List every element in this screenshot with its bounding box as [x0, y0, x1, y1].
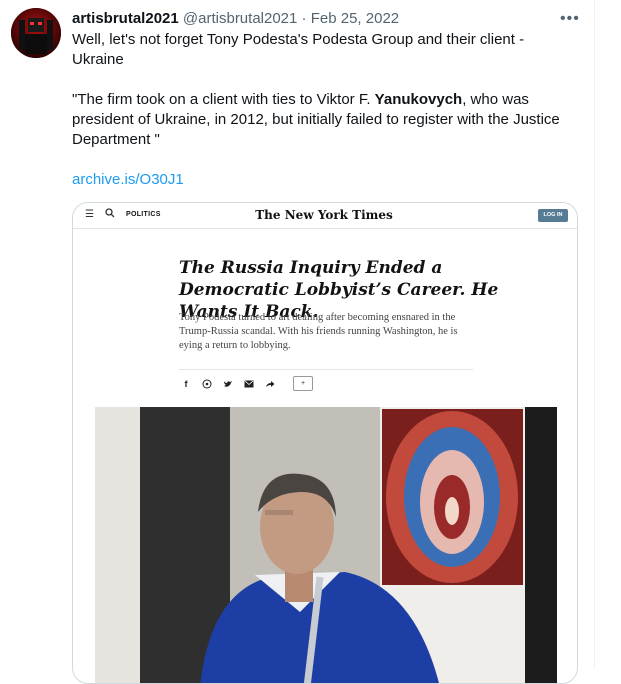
- section-label[interactable]: POLITICS: [126, 211, 161, 218]
- hamburger-menu-icon[interactable]: ☰: [85, 209, 94, 220]
- author-name[interactable]: artisbrutal2021: [72, 10, 179, 27]
- portrait-image: [95, 407, 557, 683]
- quote-start: "The firm took on a client with ties to …: [72, 91, 375, 108]
- comment-icon[interactable]: +: [293, 376, 313, 391]
- article-photo: [95, 407, 557, 683]
- login-button[interactable]: LOG IN: [538, 209, 568, 222]
- link-preview-card[interactable]: ☰ POLITICS The New York Times LOG IN The…: [72, 202, 578, 684]
- tweet-text: Well, let's not forget Tony Podesta's Po…: [72, 30, 577, 210]
- article-summary: Tony Podesta turned to art dealing after…: [179, 312, 458, 351]
- archive-link[interactable]: archive.is/O30J1: [72, 171, 184, 188]
- tweet-date[interactable]: Feb 25, 2022: [311, 10, 399, 27]
- whatsapp-icon[interactable]: [200, 377, 214, 391]
- nyt-logo[interactable]: The New York Times: [249, 208, 399, 222]
- tweet-header: artisbrutal2021 @artisbrutal2021 · Feb 2…: [72, 9, 399, 29]
- timeline-border: [594, 0, 595, 669]
- facebook-icon[interactable]: f: [179, 377, 193, 391]
- ellipsis-icon[interactable]: •••: [560, 10, 580, 28]
- tweet-quote: "The firm took on a client with ties to …: [72, 90, 577, 150]
- search-icon[interactable]: [105, 208, 115, 221]
- email-icon[interactable]: [242, 377, 256, 391]
- share-arrow-icon[interactable]: [263, 377, 277, 391]
- quote-bold-name: Yanukovych: [374, 91, 463, 108]
- twitter-icon[interactable]: [221, 377, 235, 391]
- tweet-line1: Well, let's not forget Tony Podesta's Po…: [72, 31, 525, 68]
- nyt-header-bar: ☰ POLITICS The New York Times LOG IN: [73, 203, 577, 229]
- author-handle[interactable]: @artisbrutal2021: [183, 10, 297, 27]
- share-divider: [179, 369, 473, 370]
- header-separator: ·: [301, 10, 307, 27]
- avatar-image: [11, 8, 61, 58]
- avatar[interactable]: [11, 8, 61, 58]
